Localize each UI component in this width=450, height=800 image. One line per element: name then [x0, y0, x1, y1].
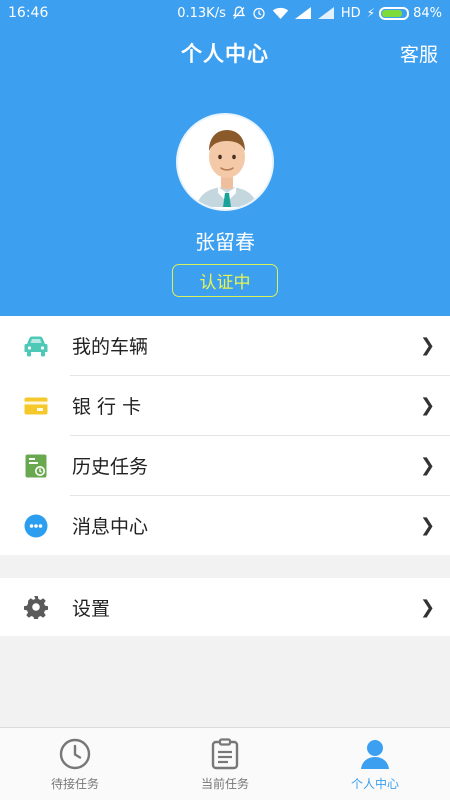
battery-indicator: ⚡ 84%: [367, 6, 442, 21]
tab-current-tasks[interactable]: 当前任务: [150, 728, 300, 800]
battery-icon: [379, 6, 410, 20]
alarm-icon: [253, 7, 265, 20]
verification-status-badge: 认证中: [172, 264, 278, 297]
network-speed: 0.13K/s: [177, 5, 226, 21]
customer-service-button[interactable]: 客服: [400, 40, 438, 67]
menu-item-message-center[interactable]: 消息中心 ❯: [0, 496, 450, 555]
person-icon: [361, 740, 389, 769]
network-type: HD: [340, 5, 361, 21]
gear-icon: [0, 595, 72, 619]
tab-label: 待接任务: [50, 777, 99, 791]
charging-icon: ⚡: [366, 6, 376, 20]
car-icon: [0, 335, 72, 357]
clipboard-icon: [211, 738, 239, 770]
bank-card-icon: [0, 397, 72, 415]
bottom-tab-bar: 待接任务 当前任务 个人中心: [0, 727, 450, 800]
clock-icon: [59, 738, 91, 770]
chevron-right-icon: ❯: [420, 596, 436, 618]
top-bar: 个人中心 客服: [0, 26, 450, 80]
signal-icon-2: [317, 7, 334, 19]
settings-label: 设置: [72, 597, 111, 620]
menu-item-settings[interactable]: 设置 ❯: [0, 578, 450, 636]
menu-item-my-vehicle[interactable]: 我的车辆 ❯: [0, 316, 450, 375]
profile-header: 16:46 0.13K/s HD ⚡ 84% 个人中心 客服 张留春 认证中: [0, 0, 450, 316]
avatar-illustration: [178, 115, 272, 209]
chevron-right-icon: ❯: [420, 395, 436, 416]
chevron-right-icon: ❯: [420, 515, 436, 536]
user-name: 张留春: [195, 230, 255, 254]
menu-item-label: 银 行 卡: [72, 396, 142, 418]
menu-item-label: 消息中心: [72, 516, 149, 538]
chevron-right-icon: ❯: [420, 455, 436, 476]
wifi-icon: [272, 7, 289, 19]
menu-item-label: 我的车辆: [72, 336, 149, 358]
signal-icon: [294, 7, 311, 19]
tab-label: 当前任务: [200, 777, 249, 791]
menu-item-label: 历史任务: [72, 456, 149, 478]
menu-item-history-tasks[interactable]: 历史任务 ❯: [0, 436, 450, 495]
tab-personal-center[interactable]: 个人中心: [300, 728, 450, 800]
status-bar: 16:46 0.13K/s HD ⚡ 84%: [0, 0, 450, 26]
tab-pending-tasks[interactable]: 待接任务: [0, 728, 150, 800]
page-title: 个人中心: [181, 42, 269, 66]
status-time: 16:46: [8, 5, 49, 21]
chevron-right-icon: ❯: [420, 335, 436, 356]
tab-label: 个人中心: [350, 777, 399, 791]
avatar[interactable]: [176, 113, 274, 211]
status-indicators: 0.13K/s HD ⚡ 84%: [177, 6, 442, 21]
menu-item-bank-card[interactable]: 银 行 卡 ❯: [0, 376, 450, 435]
mute-bell-icon: [232, 6, 246, 19]
battery-fill: [382, 9, 403, 17]
menu-list: 我的车辆 ❯ 银 行 卡 ❯ 历史任务 ❯ 消息中心 ❯: [0, 316, 450, 555]
battery-text: 84%: [413, 5, 442, 21]
history-task-icon: [0, 454, 72, 478]
message-icon: [0, 514, 72, 538]
